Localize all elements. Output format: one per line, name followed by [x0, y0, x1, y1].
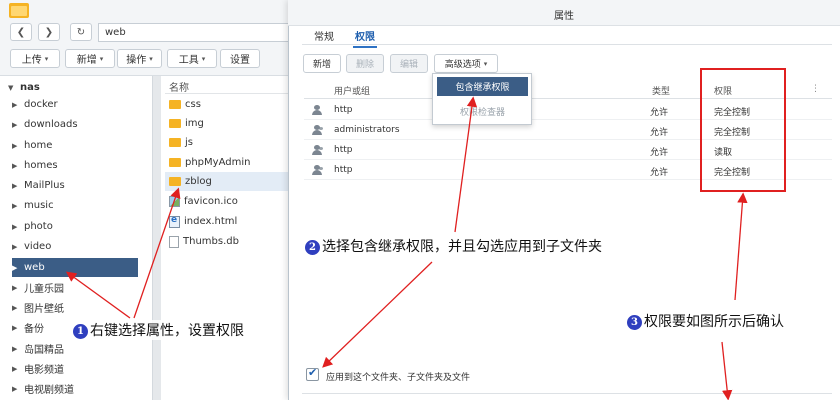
annotation-step-3: 3 权限要如图所示后确认	[627, 311, 784, 331]
annotation-text: 权限要如图所示后确认	[644, 314, 784, 330]
annotation-arrows	[65, 68, 786, 400]
step-badge: 2	[305, 240, 320, 255]
annotation-step-1: 1 右键选择属性，设置权限	[73, 320, 244, 340]
arrow-to-zblog	[133, 187, 181, 319]
permission-highlight-box	[700, 68, 786, 192]
annotation-text: 选择包含继承权限，并且勾选应用到子文件夹	[322, 239, 602, 255]
step-badge: 3	[627, 315, 642, 330]
arrow-to-checkbox	[322, 261, 433, 368]
arrow-to-confirm	[721, 341, 733, 400]
arrow-to-web-folder	[65, 271, 131, 319]
step-badge: 1	[73, 324, 88, 339]
arrow-to-inherit-menu	[454, 96, 478, 233]
annotation-step-2: 2 选择包含继承权限，并且勾选应用到子文件夹	[305, 236, 602, 256]
arrow-to-permissions	[734, 192, 748, 301]
annotation-text: 右键选择属性，设置权限	[90, 323, 244, 339]
